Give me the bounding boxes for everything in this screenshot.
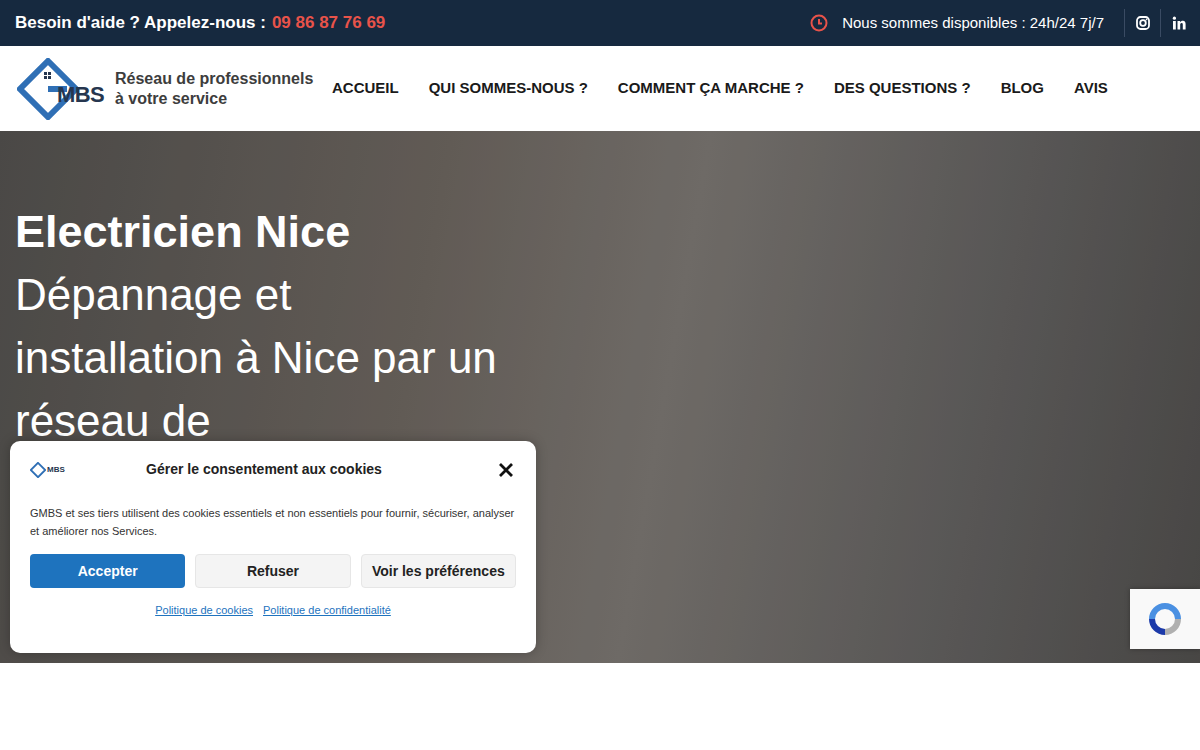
header: MBS Réseau de professionnels à votre ser… xyxy=(0,46,1200,131)
cookie-dialog: MBS Gérer le consentement aux cookies GM… xyxy=(10,441,536,653)
nav-item[interactable]: QUI SOMMES-NOUS ? xyxy=(429,77,588,100)
top-bar: Besoin d'aide ? Appelez-nous : 09 86 87 … xyxy=(0,0,1200,46)
recaptcha-badge[interactable] xyxy=(1130,589,1200,649)
recaptcha-icon xyxy=(1145,599,1185,639)
main-nav: ACCUEIL QUI SOMMES-NOUS ? COMMENT ÇA MARCH… xyxy=(332,77,1108,100)
nav-item[interactable]: ACCUEIL xyxy=(332,77,399,100)
cookie-button[interactable]: Refuser xyxy=(195,554,350,588)
nav-item[interactable]: AVIS xyxy=(1074,77,1108,100)
dialog-body: GMBS et ses tiers utilisent des cookies … xyxy=(30,504,516,540)
nav-item[interactable]: COMMENT ÇA MARCHE ? xyxy=(618,77,804,100)
policy-link[interactable]: Politique de cookies xyxy=(155,602,253,619)
nav-item[interactable]: BLOG xyxy=(1001,77,1044,100)
dialog-logo-icon xyxy=(30,462,46,478)
instagram-icon[interactable] xyxy=(1136,16,1150,30)
linkedin-icon[interactable] xyxy=(1172,16,1186,30)
dialog-title: Gérer le consentement aux cookies xyxy=(90,459,498,480)
phone-link[interactable]: 09 86 87 76 69 xyxy=(272,10,385,36)
help-text: Besoin d'aide ? Appelez-nous : xyxy=(15,10,266,36)
availability-text: Nous sommes disponibles : 24h/24 7j/7 xyxy=(842,12,1104,35)
button-label: Refuser xyxy=(247,561,299,582)
hero-subtitle: Dépannage et installation à Nice par un … xyxy=(15,263,500,452)
accept-button[interactable]: Accepter xyxy=(30,554,185,588)
logo-tagline: à votre service xyxy=(115,89,313,109)
logo[interactable]: MBS Réseau de professionnels à votre ser… xyxy=(0,58,332,120)
policy-link[interactable]: Politique de confidentialité xyxy=(263,602,391,619)
button-label: Voir les préférences xyxy=(372,561,505,582)
nav-item[interactable]: DES QUESTIONS ? xyxy=(834,77,971,100)
dialog-logo-text: MBS xyxy=(47,464,65,476)
hero-title: Electricien Nice xyxy=(15,205,500,259)
clock-icon xyxy=(810,14,828,32)
close-icon[interactable] xyxy=(498,462,514,478)
cookie-button[interactable]: Voir les préférences xyxy=(361,554,516,588)
logo-tagline: Réseau de professionnels xyxy=(115,69,313,89)
button-label: Accepter xyxy=(78,561,138,582)
logo-text: MBS xyxy=(57,84,104,106)
